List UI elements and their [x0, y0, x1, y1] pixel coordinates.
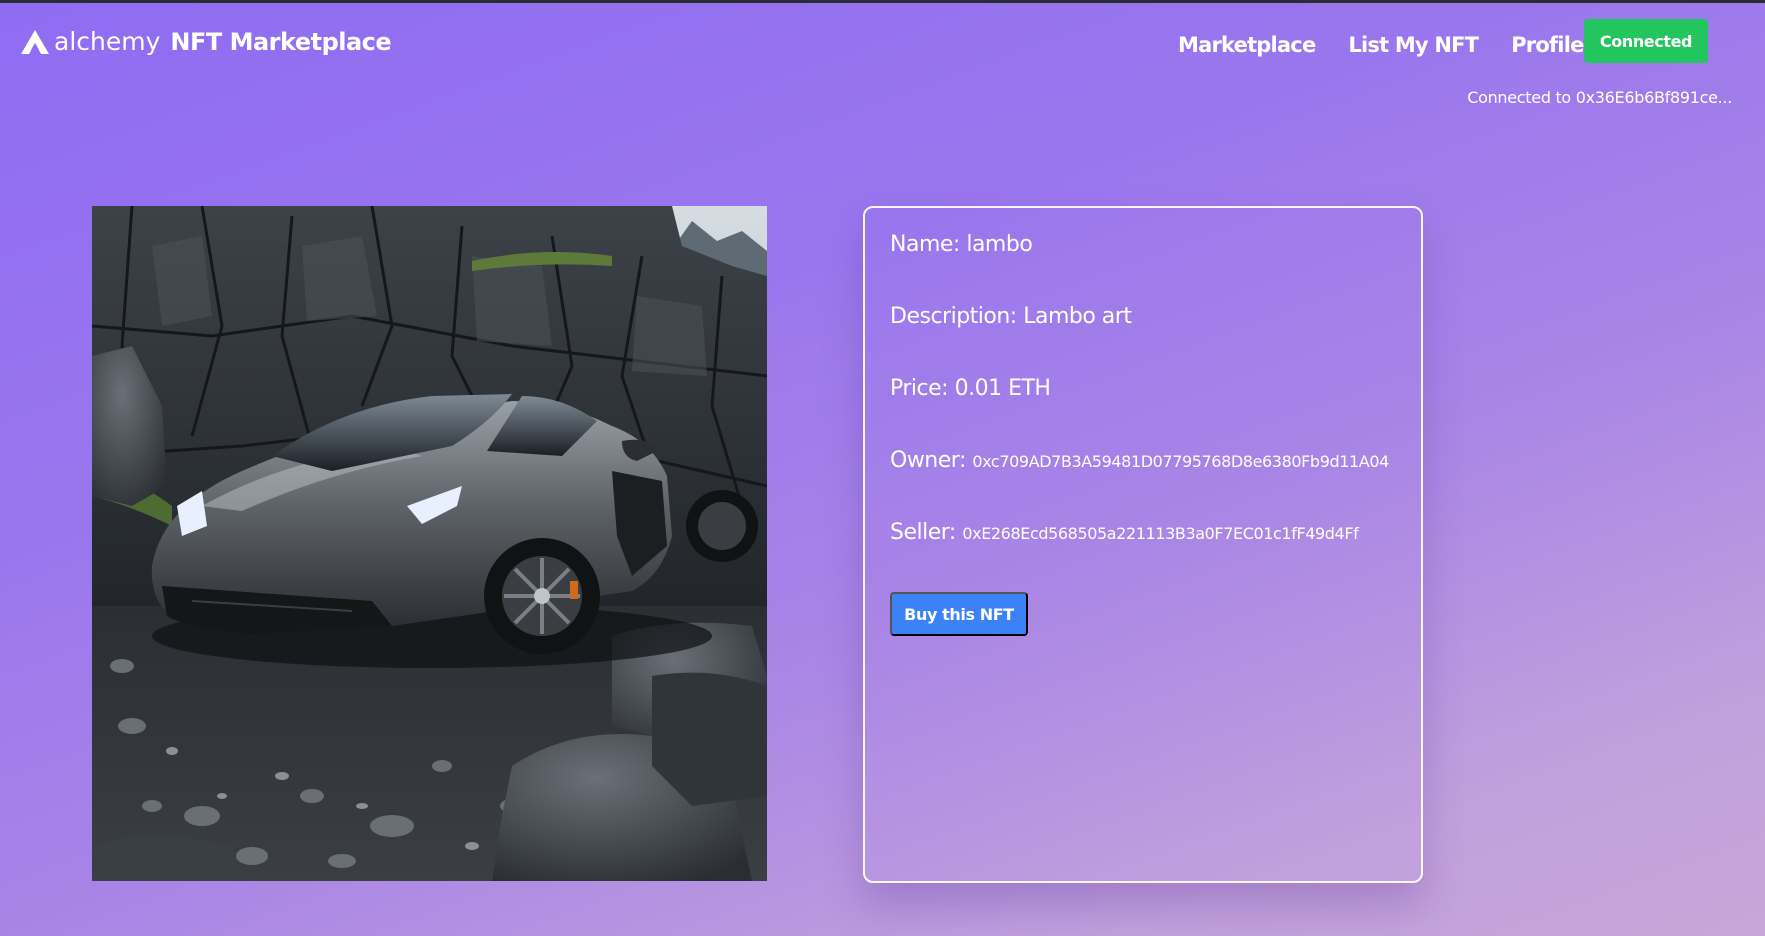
- seller-label: Seller:: [890, 520, 956, 545]
- lamborghini-image: [92, 206, 767, 881]
- nft-description-row: Description: Lambo art: [890, 304, 1132, 329]
- nav-marketplace[interactable]: Marketplace: [1178, 33, 1316, 57]
- logo-wordmark: alchemy: [54, 27, 161, 56]
- nft-detail-card: Name: lambo Description: Lambo art Price…: [863, 206, 1423, 883]
- nft-image: [92, 206, 767, 881]
- nft-name-row: Name: lambo: [890, 232, 1033, 257]
- nft-description: Lambo art: [1023, 304, 1132, 329]
- nft-price: 0.01 ETH: [954, 376, 1051, 401]
- nav-links: Marketplace List My NFT Profile: [1178, 33, 1617, 57]
- connect-wallet-button[interactable]: Connected: [1584, 19, 1708, 63]
- wallet-address-status: Connected to 0x36E6b6Bf891ce...: [1467, 88, 1732, 107]
- nav-list-my-nft[interactable]: List My NFT: [1348, 33, 1479, 57]
- app-title: NFT Marketplace: [170, 27, 392, 56]
- nft-seller-row: Seller: 0xE268Ecd568505a221113B3a0F7EC01…: [890, 520, 1359, 545]
- nft-name: lambo: [966, 232, 1033, 257]
- description-label: Description:: [890, 304, 1017, 329]
- alchemy-logo-icon: [21, 29, 49, 54]
- buy-nft-button[interactable]: Buy this NFT: [890, 592, 1028, 636]
- owner-label: Owner:: [890, 448, 966, 473]
- owner-address: 0xc709AD7B3A59481D07795768D8e6380Fb9d11A…: [972, 452, 1389, 471]
- seller-address: 0xE268Ecd568505a221113B3a0F7EC01c1fF49d4…: [962, 524, 1359, 543]
- nft-owner-row: Owner: 0xc709AD7B3A59481D07795768D8e6380…: [890, 448, 1389, 473]
- nav-profile[interactable]: Profile: [1511, 33, 1584, 57]
- name-label: Name:: [890, 232, 960, 257]
- navbar: alchemy NFT Marketplace Marketplace List…: [0, 3, 1765, 83]
- nft-price-row: Price: 0.01 ETH: [890, 376, 1051, 401]
- brand-logo[interactable]: alchemy NFT Marketplace: [20, 27, 392, 56]
- price-label: Price:: [890, 376, 949, 401]
